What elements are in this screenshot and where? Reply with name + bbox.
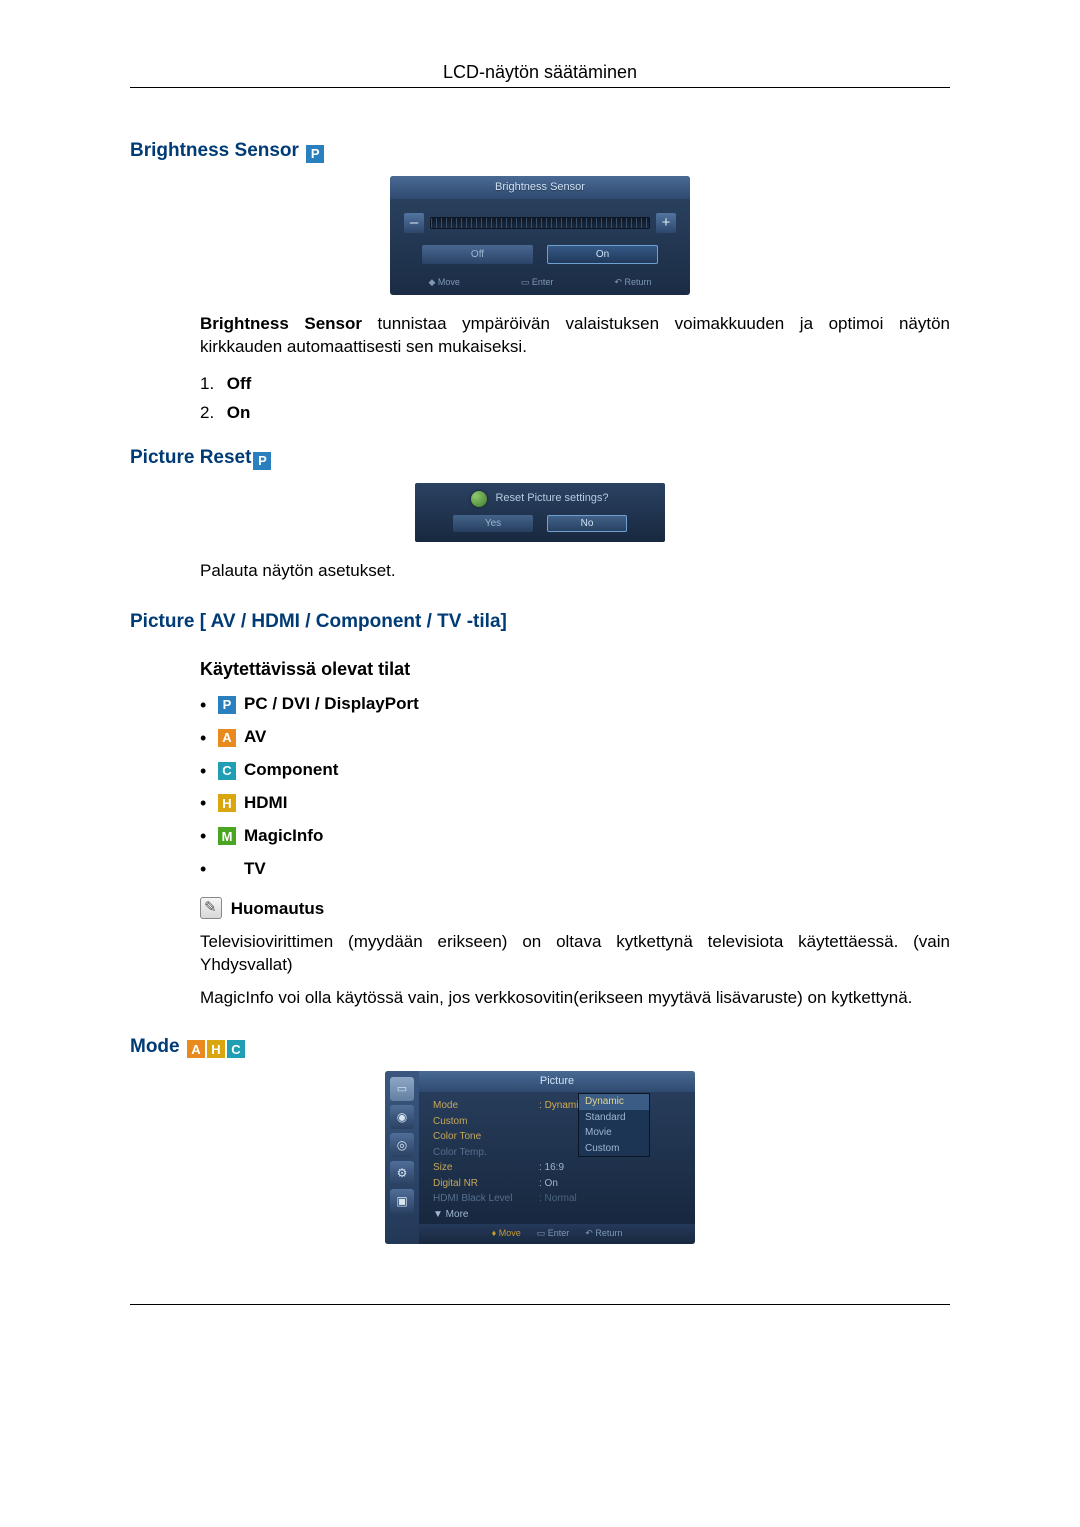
h-icon: H — [207, 1040, 225, 1058]
c-icon: C — [227, 1040, 245, 1058]
side-icon-multi[interactable]: ▣ — [390, 1189, 414, 1213]
row-digitalnr-value: : On — [539, 1177, 683, 1191]
row-size-key: Size — [433, 1161, 533, 1175]
mode-hdmi-label: HDMI — [244, 792, 287, 815]
reset-no-button[interactable]: No — [547, 515, 627, 533]
side-icon-input[interactable]: ▭ — [390, 1077, 414, 1101]
p-icon: P — [218, 696, 236, 714]
m-icon: M — [218, 827, 236, 845]
osd-foot-enter: ▭ Enter — [537, 1227, 570, 1239]
desc-lead: Brightness Sensor — [200, 314, 362, 333]
osd-title: Picture — [419, 1071, 695, 1092]
note-paragraph-1: Televisiovirittimen (myydään erikseen) o… — [200, 931, 950, 977]
row-custom-key: Custom — [433, 1115, 533, 1129]
row-hdmiblacklevel: HDMI Black Level : Normal — [433, 1191, 683, 1207]
c-icon: C — [218, 762, 236, 780]
osd-reset-dialog: Reset Picture settings? Yes No — [415, 483, 665, 543]
osd-foot-return: ↶ Return — [614, 276, 651, 288]
page-footer-rule — [130, 1304, 950, 1305]
reset-yes-button[interactable]: Yes — [453, 515, 533, 533]
mode-item-pc: • P PC / DVI / DisplayPort — [200, 693, 950, 716]
popup-opt-movie[interactable]: Movie — [579, 1125, 649, 1141]
mode-item-tv: • TV — [200, 858, 950, 881]
row-more[interactable]: ▼ More — [433, 1207, 683, 1223]
osd-foot-move: ♦ Move — [492, 1227, 521, 1239]
note-paragraph-2: MagicInfo voi olla käytössä vain, jos ve… — [200, 987, 950, 1010]
mode-item-av: • A AV — [200, 726, 950, 749]
reset-question: Reset Picture settings? — [495, 491, 608, 506]
heading-text: Mode — [130, 1036, 180, 1057]
osd-foot-move: ◆ Move — [428, 276, 459, 288]
side-icon-sound[interactable]: ◎ — [390, 1133, 414, 1157]
segment-on[interactable]: On — [547, 245, 658, 265]
row-hdmibl-value: : Normal — [539, 1192, 683, 1206]
available-modes-subheading: Käytettävissä olevat tilat — [200, 657, 950, 681]
side-icon-setup[interactable]: ⚙ — [390, 1161, 414, 1185]
option-2-number: 2. — [200, 402, 222, 425]
segment-off[interactable]: Off — [422, 245, 533, 265]
mode-component-label: Component — [244, 759, 338, 782]
row-colortemp-key: Color Temp. — [433, 1146, 533, 1160]
mode-pc-label: PC / DVI / DisplayPort — [244, 693, 419, 716]
option-2: 2. On — [200, 402, 950, 425]
row-size[interactable]: Size : 16:9 — [433, 1160, 683, 1176]
option-2-label: On — [227, 403, 251, 422]
section-picture-reset-heading: Picture ResetP — [130, 445, 950, 471]
row-size-value: : 16:9 — [539, 1161, 683, 1175]
section-picture-avhdmi-heading: Picture [ AV / HDMI / Component / TV -ti… — [130, 609, 950, 635]
row-hdmibl-key: HDMI Black Level — [433, 1192, 533, 1206]
section-brightness-sensor-heading: Brightness Sensor P — [130, 138, 950, 164]
section-mode-heading: Mode AHC — [130, 1034, 950, 1060]
osd-slider-row: – + — [390, 199, 690, 245]
mode-item-magicinfo: • M MagicInfo — [200, 825, 950, 848]
popup-opt-dynamic[interactable]: Dynamic — [579, 1094, 649, 1110]
h-icon: H — [218, 794, 236, 812]
osd-foot-enter: ▭ Enter — [521, 276, 554, 288]
mode-tv-label: TV — [244, 858, 266, 881]
side-icon-picture[interactable]: ◉ — [390, 1105, 414, 1129]
a-icon: A — [187, 1040, 205, 1058]
option-1-label: Off — [227, 374, 252, 393]
mode-item-component: • C Component — [200, 759, 950, 782]
p-icon: P — [253, 452, 271, 470]
option-1: 1. Off — [200, 373, 950, 396]
row-digitalnr[interactable]: Digital NR : On — [433, 1176, 683, 1192]
mode-magicinfo-label: MagicInfo — [244, 825, 323, 848]
popup-opt-custom[interactable]: Custom — [579, 1141, 649, 1157]
heading-text: Picture Reset — [130, 447, 251, 468]
osd-title: Brightness Sensor — [390, 176, 690, 199]
page-header-title: LCD-näytön säätäminen — [130, 60, 950, 88]
row-mode-key: Mode — [433, 1099, 533, 1113]
row-more-key: ▼ More — [433, 1208, 533, 1222]
slider-track[interactable] — [430, 217, 650, 229]
slider-decrease-button[interactable]: – — [404, 213, 424, 233]
brightness-sensor-description: Brightness Sensor tunnistaa ympäröivän v… — [200, 313, 950, 359]
row-colortone-key: Color Tone — [433, 1130, 533, 1144]
note-icon — [200, 897, 222, 919]
p-icon: P — [306, 145, 324, 163]
mode-popup[interactable]: Dynamic Standard Movie Custom — [578, 1093, 650, 1157]
info-icon — [471, 491, 487, 507]
osd-side-icons: ▭ ◉ ◎ ⚙ ▣ — [385, 1071, 419, 1244]
osd-foot-return: ↶ Return — [585, 1227, 622, 1239]
a-icon: A — [218, 729, 236, 747]
note-label: Huomautus — [231, 899, 325, 918]
popup-opt-standard[interactable]: Standard — [579, 1110, 649, 1126]
slider-increase-button[interactable]: + — [656, 213, 676, 233]
row-digitalnr-key: Digital NR — [433, 1177, 533, 1191]
mode-av-label: AV — [244, 726, 266, 749]
heading-text: Brightness Sensor — [130, 140, 299, 161]
option-1-number: 1. — [200, 373, 222, 396]
picture-reset-description: Palauta näytön asetukset. — [200, 560, 950, 583]
mode-item-hdmi: • H HDMI — [200, 792, 950, 815]
osd-brightness-sensor: Brightness Sensor – + Off On ◆ Move ▭ En… — [390, 176, 690, 295]
